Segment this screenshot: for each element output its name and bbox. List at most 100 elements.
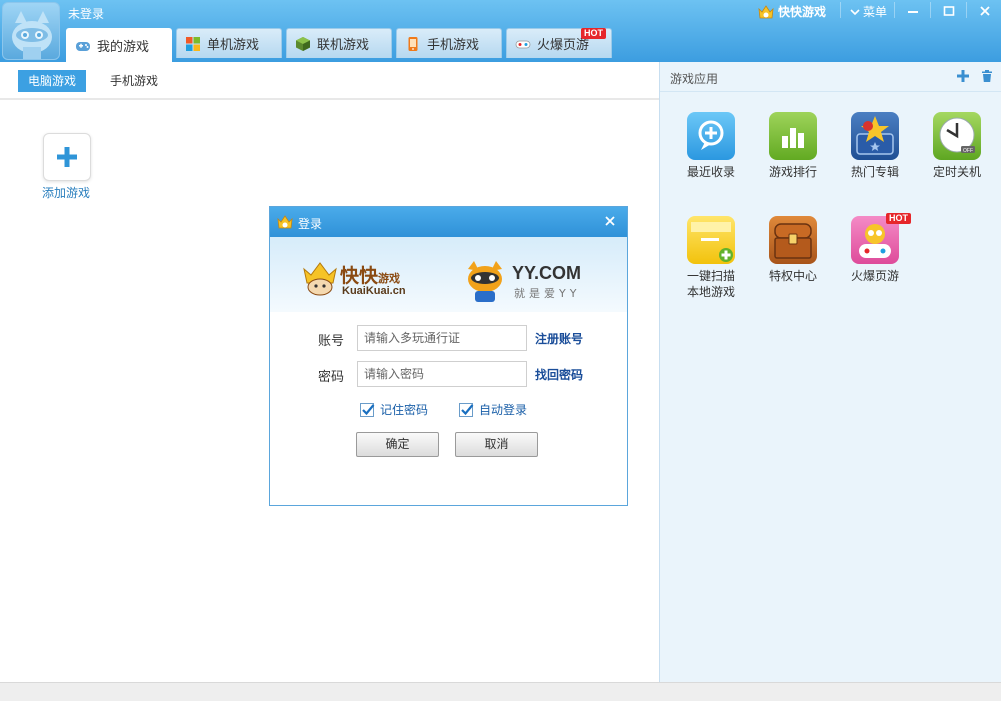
tab-label: 单机游戏 [207,38,260,53]
app-label-line: 一键扫描 [686,269,735,283]
app-label: 游戏排行 [768,165,817,179]
kuaikuai-logo-text: 快快游戏 [340,265,401,287]
yy-logo: YY.COM 就是爱YY [462,259,581,306]
raccoon-avatar-icon [12,11,52,59]
trash-icon[interactable] [980,69,994,83]
cube-icon [296,36,310,51]
divider [930,2,931,18]
close-icon [980,6,990,16]
auto-login-checkbox[interactable]: 自动登录 [459,401,527,418]
cancel-button[interactable]: 取消 [455,432,538,457]
scan-folder-icon [687,216,735,264]
minimize-button[interactable] [898,0,928,22]
crown-logo-icon [277,215,293,229]
panel-title: 游戏应用 [670,72,719,86]
app-scan-local-games[interactable]: 一键扫描 本地游戏 [676,216,746,300]
brand-name: 快快游戏 [778,5,827,19]
app-label: 火爆页游 [850,269,899,283]
divider [840,2,841,18]
app-timer-shutdown[interactable]: OFF 定时关机 [922,112,992,180]
sub-tab-bar: 电脑游戏 手机游戏 [0,62,659,100]
dialog-title-bar[interactable]: 登录 [270,207,627,237]
remember-password-label: 记住密码 [380,403,429,417]
app-label: 定时关机 [932,165,981,179]
tab-label: 我的游戏 [97,40,150,55]
crown-logo-icon [758,4,774,18]
password-input[interactable] [357,361,527,387]
password-row: 密码 找回密码 [270,361,627,387]
yy-raccoon-icon [468,261,502,302]
brand: 快快游戏 [758,3,826,20]
account-row: 账号 注册账号 [270,325,627,351]
remember-password-checkbox[interactable]: 记住密码 [360,401,428,418]
plus-icon [57,147,77,167]
password-label: 密码 [318,370,345,385]
ranking-icon [769,112,817,160]
game-apps-panel: 游戏应用 最近收录 游戏排行 热门专辑 OFF 定时关机 一键扫描 本地游戏 特… [659,62,1001,682]
divider [894,2,895,18]
tab-label: 联机游戏 [317,38,370,53]
subtab-pc-games[interactable]: 电脑游戏 [18,70,87,92]
tab-single-player[interactable]: 单机游戏 [176,28,282,58]
recover-password-link[interactable]: 找回密码 [535,366,583,383]
app-hot-webgame[interactable]: 火爆页游 [840,216,910,284]
add-game-label[interactable]: 添加游戏 [42,184,90,201]
tab-label: 手机游戏 [427,38,480,53]
account-label: 账号 [318,334,345,349]
subtab-mobile-games[interactable]: 手机游戏 [100,70,168,92]
auto-login-label: 自动登录 [479,403,528,417]
checkbox[interactable] [459,402,474,417]
minimize-icon [908,11,918,13]
login-status[interactable]: 未登录 [68,5,104,22]
recent-add-icon [687,112,735,160]
maximize-icon [943,6,955,16]
maximize-button[interactable] [934,0,964,22]
close-icon [604,216,615,226]
app-privilege-center[interactable]: 特权中心 [758,216,828,284]
panel-header: 游戏应用 [660,62,1001,92]
add-icon[interactable] [956,69,970,83]
dialog-title: 登录 [298,217,323,231]
status-bar [0,682,1001,701]
checkbox[interactable] [360,402,375,417]
tab-my-games[interactable]: 我的游戏 [66,28,172,62]
app-hot-album[interactable]: 热门专辑 [840,112,910,180]
account-input[interactable] [357,325,527,351]
kuaikuai-mascot-icon [303,262,337,296]
hot-album-icon [851,112,899,160]
hot-badge: HOT [886,213,911,224]
kuaikuai-logo: 快快游戏 KuaiKuai.cn [300,257,406,300]
close-button[interactable] [970,0,1000,22]
windows-grid-icon [186,36,200,51]
phone-icon [408,36,418,51]
tab-mobile[interactable]: 手机游戏 [396,28,502,58]
menu-label: 菜单 [863,5,888,19]
hot-badge: HOT [581,28,606,39]
menu-button[interactable]: 菜单 [850,3,887,20]
checkmark-icon [461,403,474,415]
dialog-close-button[interactable] [592,207,627,235]
title-bar: 未登录 快快游戏 菜单 我的游戏 单机游戏 联机游戏 手机游戏 火爆页游 HOT [0,0,1001,62]
avatar[interactable] [2,2,60,60]
off-text: OFF [963,148,973,154]
dialog-banner: 快快游戏 KuaiKuai.cn YY.COM 就是爱YY [270,237,627,312]
app-recent-added[interactable]: 最近收录 [676,112,746,180]
kuaikuai-logo-url: KuaiKuai.cn [342,285,406,297]
controller-icon [515,40,531,48]
ok-button[interactable]: 确定 [356,432,439,457]
chevron-down-icon [850,8,860,15]
app-label: 特权中心 [768,269,817,283]
checkmark-icon [362,403,375,415]
register-link[interactable]: 注册账号 [535,330,583,347]
add-game-button[interactable] [43,133,91,181]
app-label: 一键扫描 本地游戏 [676,268,746,300]
login-dialog: 登录 快快游戏 KuaiKuai.cn YY.COM 就是爱YY 账号 请输入多… [269,206,628,506]
app-label: 最近收录 [686,165,735,179]
gamepad-icon [76,41,90,51]
tab-online[interactable]: 联机游戏 [286,28,392,58]
app-ranking[interactable]: 游戏排行 [758,112,828,180]
timer-shutdown-icon: OFF [933,112,981,160]
divider [966,2,967,18]
app-label: 热门专辑 [850,165,899,179]
yy-logo-slogan: 就是爱YY [514,287,581,300]
